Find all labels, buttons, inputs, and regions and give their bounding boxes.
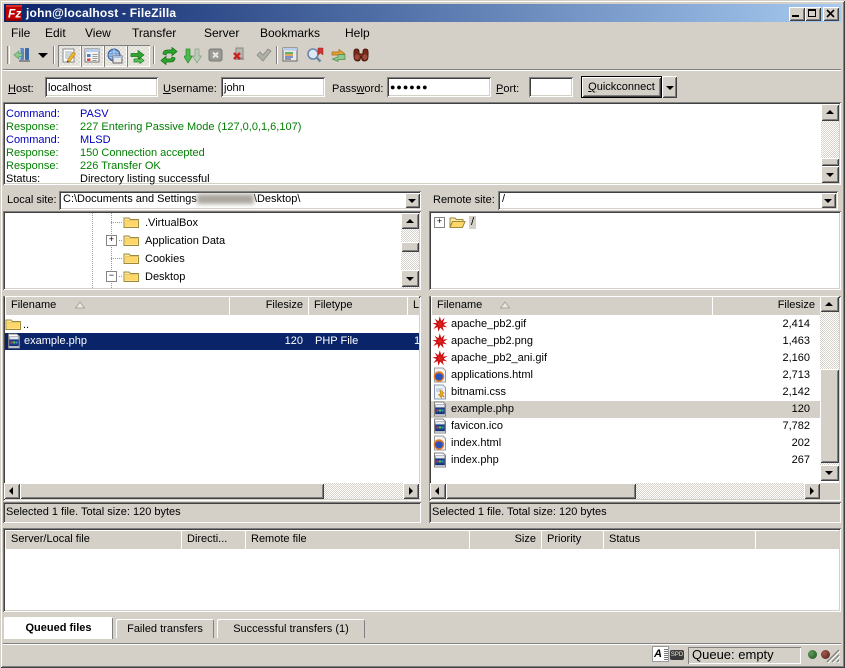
svg-text:Fz: Fz <box>8 7 21 21</box>
